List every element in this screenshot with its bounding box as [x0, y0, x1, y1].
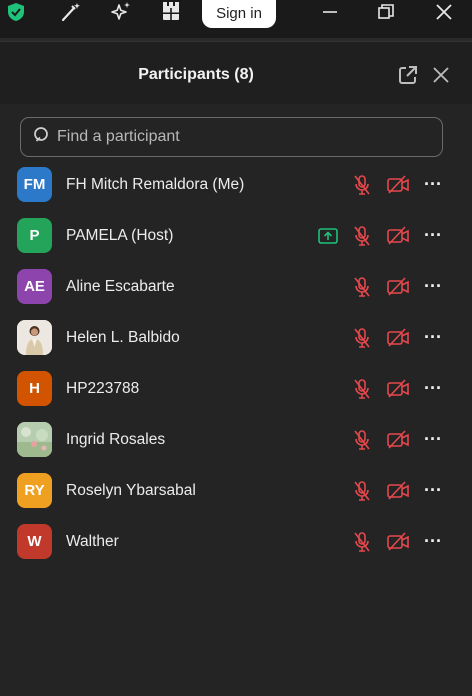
participant-name: Ingrid Rosales [66, 431, 166, 448]
mic-muted-icon[interactable] [352, 480, 372, 502]
video-off-icon[interactable] [386, 226, 410, 246]
participant-row[interactable]: AE Aline Escabarte ··· [0, 262, 472, 313]
more-options-icon[interactable]: ··· [421, 531, 445, 551]
more-options-icon[interactable]: ··· [421, 276, 445, 296]
video-off-icon[interactable] [386, 430, 410, 450]
close-icon[interactable] [424, 0, 464, 24]
search-icon [33, 126, 51, 149]
magic-wand-icon[interactable] [56, 0, 84, 24]
more-options-icon[interactable]: ··· [421, 378, 445, 398]
participant-name: Walther [66, 533, 119, 550]
participant-name: PAMELA (Host) [66, 227, 174, 244]
video-off-icon[interactable] [386, 481, 410, 501]
participant-name: Helen L. Balbido [66, 329, 180, 346]
participant-name: HP223788 [66, 380, 140, 397]
participant-name: Roselyn Ybarsabal [66, 482, 196, 499]
avatar: AE [17, 269, 52, 304]
restore-icon[interactable] [366, 0, 406, 24]
video-off-icon[interactable] [386, 532, 410, 552]
avatar: P [17, 218, 52, 253]
more-options-icon[interactable]: ··· [421, 429, 445, 449]
avatar [17, 422, 52, 457]
mic-muted-icon[interactable] [352, 429, 372, 451]
pop-out-icon[interactable] [397, 64, 419, 86]
more-options-icon[interactable]: ··· [421, 327, 445, 347]
avatar: FM [17, 167, 52, 202]
avatar: W [17, 524, 52, 559]
participant-list: FM FH Mitch Remaldora (Me) ··· P PAMELA (Hos… [0, 160, 472, 568]
sparkle-icon[interactable] [107, 0, 135, 24]
mic-muted-icon[interactable] [352, 276, 372, 298]
participant-row[interactable]: H HP223788 ··· [0, 364, 472, 415]
participant-name: Aline Escabarte [66, 278, 175, 295]
video-off-icon[interactable] [386, 379, 410, 399]
apps-icon[interactable] [157, 0, 185, 24]
mic-muted-icon[interactable] [352, 327, 372, 349]
video-off-icon[interactable] [386, 328, 410, 348]
more-options-icon[interactable]: ··· [421, 225, 445, 245]
minimize-icon[interactable] [310, 0, 350, 24]
avatar [17, 320, 52, 355]
panel-title: Participants (8) [138, 66, 254, 83]
close-panel-icon[interactable] [430, 64, 452, 86]
mic-muted-icon[interactable] [352, 378, 372, 400]
panel-header: Participants (8) [0, 42, 472, 104]
search-box [20, 117, 443, 157]
participant-name: FH Mitch Remaldora (Me) [66, 176, 245, 193]
window-title-bar: Sign in [0, 0, 472, 38]
video-off-icon[interactable] [386, 175, 410, 195]
participant-row[interactable]: W Walther ··· [0, 517, 472, 568]
avatar: RY [17, 473, 52, 508]
sign-in-button[interactable]: Sign in [202, 0, 276, 28]
mic-muted-icon[interactable] [352, 174, 372, 196]
more-options-icon[interactable]: ··· [421, 174, 445, 194]
participant-row[interactable]: FM FH Mitch Remaldora (Me) ··· [0, 160, 472, 211]
search-input[interactable] [57, 128, 417, 146]
participant-row[interactable]: Ingrid Rosales ··· [0, 415, 472, 466]
participants-panel: Participants (8) FM FH Mitch Remaldora (M… [0, 42, 472, 696]
video-off-icon[interactable] [386, 277, 410, 297]
participant-row[interactable]: P PAMELA (Host) ··· [0, 211, 472, 262]
mic-muted-icon[interactable] [352, 531, 372, 553]
avatar: H [17, 371, 52, 406]
participant-row[interactable]: RY Roselyn Ybarsabal ··· [0, 466, 472, 517]
screen-share-icon [318, 228, 338, 244]
mic-muted-icon[interactable] [352, 225, 372, 247]
participant-row[interactable]: Helen L. Balbido ··· [0, 313, 472, 364]
more-options-icon[interactable]: ··· [421, 480, 445, 500]
shield-icon[interactable] [2, 0, 30, 24]
